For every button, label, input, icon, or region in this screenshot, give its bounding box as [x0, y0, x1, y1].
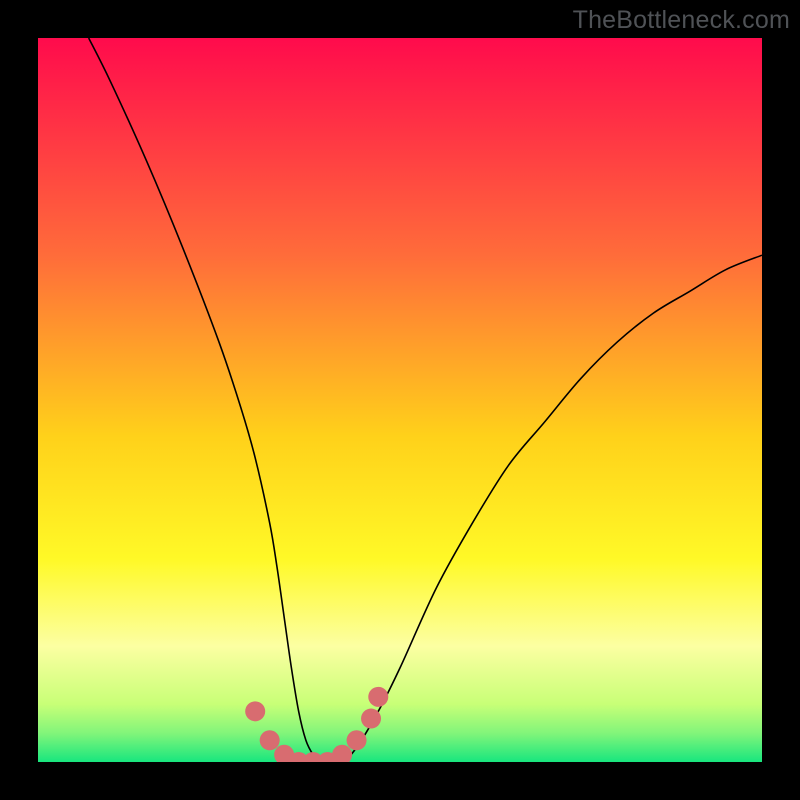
watermark-text: TheBottleneck.com	[573, 6, 790, 35]
valley-marker	[361, 709, 381, 729]
valley-marker	[368, 687, 388, 707]
valley-marker	[245, 701, 265, 721]
valley-marker	[347, 730, 367, 750]
bottleneck-chart	[38, 38, 762, 762]
valley-marker	[260, 730, 280, 750]
gradient-background	[38, 38, 762, 762]
plot-area	[38, 38, 762, 762]
chart-frame: TheBottleneck.com	[0, 0, 800, 800]
